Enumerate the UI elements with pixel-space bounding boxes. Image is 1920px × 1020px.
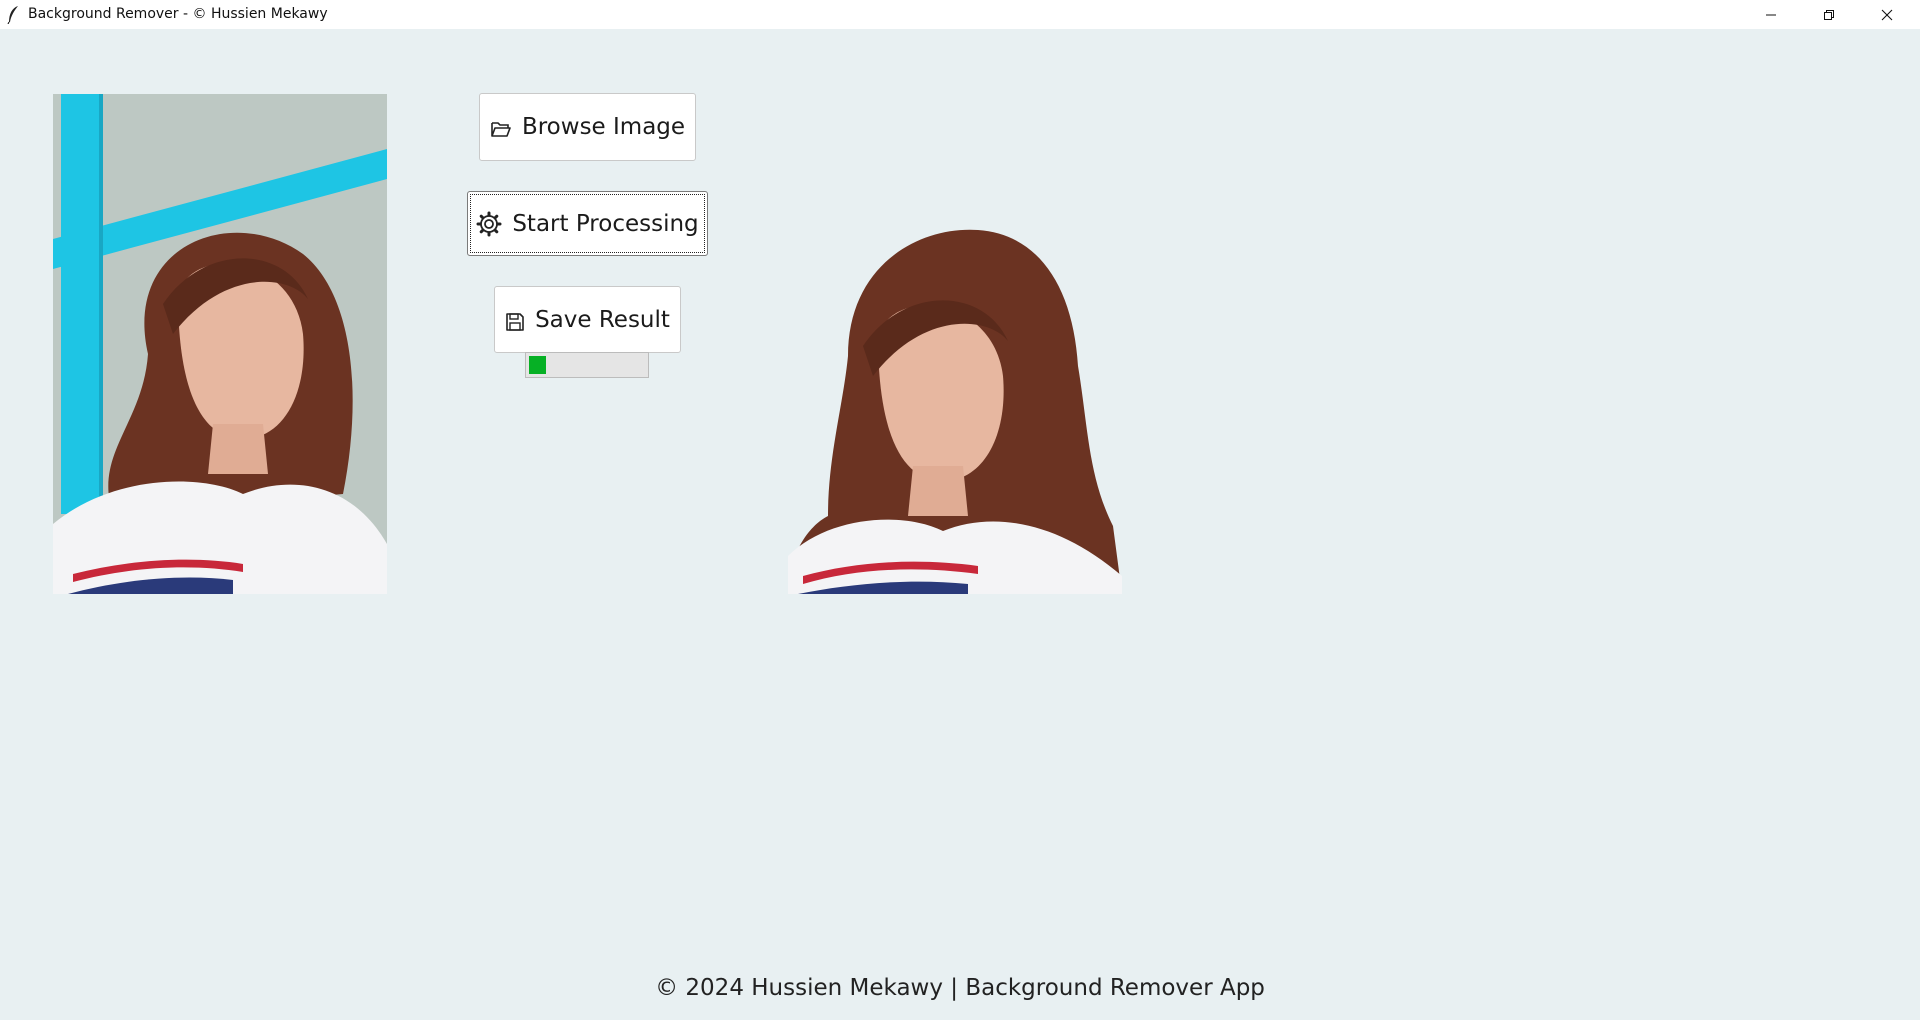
start-processing-button[interactable]: Start Processing	[467, 191, 708, 256]
save-result-button[interactable]: Save Result	[494, 286, 681, 353]
footer-copyright: © 2024 Hussien Mekawy | Background Remov…	[655, 975, 1265, 1001]
browse-image-button[interactable]: Browse Image	[479, 93, 696, 161]
title-bar: Background Remover - © Hussien Mekawy	[0, 0, 1920, 29]
restore-button[interactable]	[1800, 0, 1858, 29]
minimize-button[interactable]	[1742, 0, 1800, 29]
close-button[interactable]	[1858, 0, 1916, 29]
floppy-disk-icon	[505, 312, 525, 332]
minimize-icon	[1765, 9, 1777, 21]
browse-image-label: Browse Image	[521, 114, 686, 140]
window-title: Background Remover - © Hussien Mekawy	[28, 6, 328, 22]
feather-icon	[6, 5, 20, 25]
folder-open-icon	[490, 120, 512, 138]
gear-icon	[476, 211, 502, 237]
result-image	[788, 226, 1122, 594]
progress-bar	[525, 352, 649, 378]
save-result-label: Save Result	[535, 306, 670, 333]
start-processing-label: Start Processing	[512, 210, 699, 237]
restore-icon	[1823, 9, 1835, 21]
close-icon	[1881, 9, 1893, 21]
progress-fill	[529, 356, 546, 374]
original-image	[53, 94, 387, 594]
